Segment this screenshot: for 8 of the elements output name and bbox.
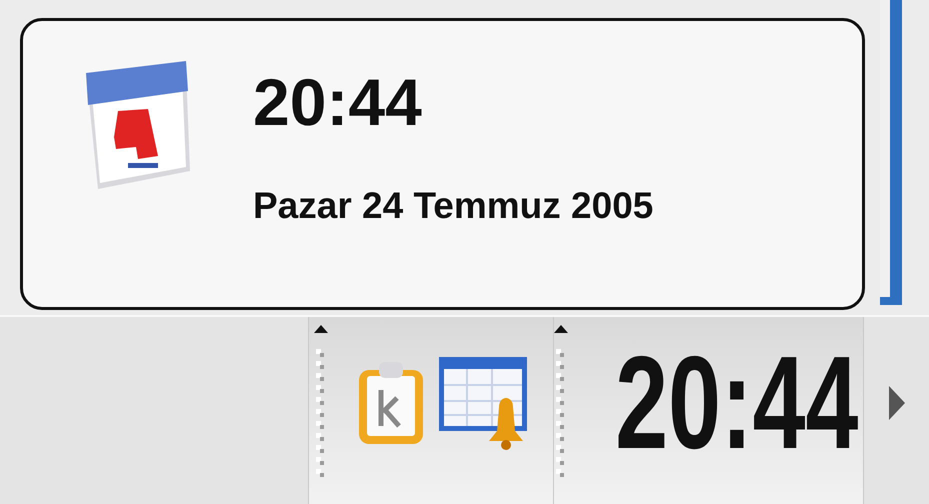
- tooltip-time: 20:44: [253, 69, 423, 135]
- collapse-arrow-icon[interactable]: [314, 325, 328, 333]
- calendar-bell-icon[interactable]: [437, 354, 529, 450]
- clipboard-icon[interactable]: [357, 360, 425, 446]
- collapse-arrow-icon[interactable]: [554, 325, 568, 333]
- clock-time[interactable]: 20:44: [615, 336, 858, 468]
- tooltip-date: Pazar 24 Temmuz 2005: [253, 187, 654, 224]
- expand-arrow-icon[interactable]: [888, 386, 904, 420]
